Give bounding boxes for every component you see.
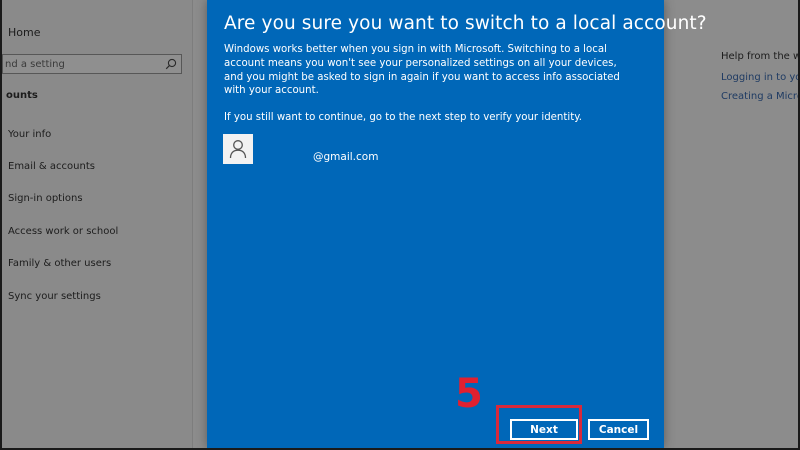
nav-item-family-other-users[interactable]: Family & other users — [8, 258, 111, 269]
account-row: @gmail.com — [223, 134, 523, 164]
nav-item-sync-settings[interactable]: Sync your settings — [8, 291, 101, 302]
dialog-body-text: Windows works better when you sign in wi… — [224, 44, 620, 97]
help-title: Help from the web — [721, 51, 800, 62]
cancel-button[interactable]: Cancel — [588, 419, 649, 440]
dialog-instruction-text: If you still want to continue, go to the… — [224, 112, 583, 124]
nav-item-sign-in-options[interactable]: Sign-in options — [8, 193, 83, 204]
section-heading-accounts: ounts — [6, 90, 38, 101]
settings-nav-pane: Home ounts Your info Email & accounts Si… — [2, 0, 192, 448]
nav-item-your-info[interactable]: Your info — [8, 129, 51, 140]
help-link-creating-account[interactable]: Creating a Microso — [721, 91, 800, 102]
account-email: @gmail.com — [313, 151, 379, 163]
search-icon[interactable] — [165, 58, 177, 70]
step-number-annotation: 5 — [455, 371, 483, 417]
switch-local-account-dialog: Are you sure you want to switch to a loc… — [207, 0, 707, 448]
search-input[interactable] — [5, 57, 155, 71]
settings-search-box[interactable] — [2, 54, 182, 74]
next-button[interactable]: Next — [510, 419, 578, 440]
screen: Home ounts Your info Email & accounts Si… — [0, 0, 800, 450]
help-link-logging-in[interactable]: Logging in to your — [721, 72, 800, 83]
nav-item-email-accounts[interactable]: Email & accounts — [8, 161, 95, 172]
dialog-title: Are you sure you want to switch to a loc… — [224, 13, 707, 34]
pane-divider — [192, 0, 193, 448]
user-icon — [229, 140, 247, 159]
dialog-body: Windows works better when you sign in wi… — [224, 43, 634, 125]
avatar — [223, 134, 253, 164]
nav-item-access-work-school[interactable]: Access work or school — [8, 226, 118, 237]
frame-left — [0, 0, 2, 450]
nav-home[interactable]: Home — [8, 26, 40, 39]
